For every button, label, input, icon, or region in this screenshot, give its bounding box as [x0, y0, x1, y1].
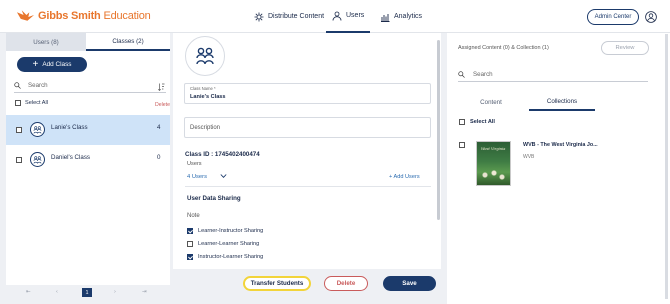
logo-bird-icon [16, 10, 35, 21]
tab-users[interactable]: Users (8) [6, 33, 86, 51]
prev-page-button[interactable]: ‹ [56, 289, 58, 295]
class-count: 4 [157, 124, 161, 131]
pagination: ⇤ ‹ 1 › ⇥ [6, 286, 170, 300]
transfer-students-button[interactable]: Transfer Students [243, 276, 311, 291]
sharing-label: Learner-Instructor Sharing [198, 228, 264, 234]
analytics-icon [381, 13, 390, 22]
top-bar: Gibbs Smith Education Distribute Content… [0, 0, 670, 33]
logo[interactable]: Gibbs Smith Education [16, 9, 151, 23]
next-page-button[interactable]: › [114, 289, 116, 295]
delete-class-button[interactable]: Delete [324, 276, 368, 291]
collection-checkbox[interactable] [459, 142, 465, 148]
class-row[interactable]: Daniel's Class 0 [6, 145, 170, 175]
group-icon [196, 47, 214, 65]
plus-icon: + [32, 58, 39, 70]
note-label: Note [187, 213, 200, 219]
sharing-checkbox[interactable] [187, 241, 193, 247]
nav-analytics[interactable]: Analytics [374, 0, 428, 33]
users-count-link[interactable]: 4 Users [187, 174, 207, 180]
add-class-button[interactable]: + Add Class [17, 57, 87, 72]
classes-panel: Users (8) Classes (2) + Add Class Search… [6, 33, 170, 285]
description-field[interactable]: Description [184, 117, 431, 138]
collection-item[interactable]: West Virginia WVB - The West Virginia Jo… [459, 141, 659, 191]
nav-label: Analytics [394, 13, 423, 20]
users-label: Users [187, 161, 202, 167]
chevron-down-icon[interactable] [220, 173, 227, 179]
book-cover-title: West Virginia [481, 147, 506, 151]
user-circle-icon[interactable] [645, 11, 657, 23]
assigned-content-panel: Assigned Content (0) & Collection (1) Re… [447, 33, 670, 304]
class-search-input[interactable]: Search [14, 79, 166, 93]
sharing-label: Learner-Learner Sharing [198, 241, 260, 247]
select-all[interactable]: Select All [459, 119, 495, 125]
sharing-option[interactable]: Instructor-Learner Sharing [187, 254, 263, 260]
class-image[interactable] [185, 36, 225, 76]
nav-label: Users [346, 12, 365, 19]
flowers-illustration [480, 169, 508, 181]
class-id: Class ID : 1745402400474 [185, 151, 260, 158]
add-users-link[interactable]: + Add Users [389, 174, 420, 180]
sharing-label: Instructor-Learner Sharing [198, 254, 264, 260]
user-data-sharing-heading: User Data Sharing [187, 195, 241, 202]
tab-classes[interactable]: Classes (2) [86, 33, 170, 51]
add-class-label: Add Class [42, 61, 72, 68]
sharing-checkbox[interactable] [187, 228, 193, 234]
class-checkbox[interactable] [16, 157, 22, 163]
class-count: 0 [157, 154, 161, 161]
class-name-field[interactable]: Class Name * Lanie's Class [184, 83, 431, 104]
collection-subtitle: WVB [523, 154, 535, 160]
assigned-summary: Assigned Content (0) & Collection (1) [458, 45, 549, 51]
select-all-checkbox[interactable] [459, 119, 465, 125]
first-page-button[interactable]: ⇤ [26, 289, 31, 295]
class-name: Lanie's Class [51, 124, 88, 131]
save-button[interactable]: Save [383, 276, 436, 291]
class-details-panel: Class Name * Lanie's Class Description C… [173, 33, 441, 269]
book-cover-image: West Virginia [476, 141, 511, 186]
review-button[interactable]: Review [601, 41, 649, 55]
select-all-label: Select All [470, 119, 495, 125]
tab-content[interactable]: Content [461, 93, 521, 111]
select-all-checkbox[interactable] [15, 100, 21, 106]
content-search-input[interactable]: Search [458, 68, 648, 82]
distribute-icon [254, 12, 264, 21]
tab-collections[interactable]: Collections [529, 93, 595, 111]
class-name-value: Lanie's Class [190, 94, 226, 100]
users-icon [332, 11, 342, 21]
collection-title: WVB - The West Virginia Jo... [523, 142, 598, 148]
sort-icon[interactable] [158, 83, 165, 91]
details-scrollbar[interactable] [437, 40, 440, 220]
sharing-checkbox[interactable] [187, 254, 193, 260]
group-icon [33, 125, 42, 134]
page-scrollbar[interactable] [665, 34, 668, 299]
nav-label: Distribute Content [268, 13, 325, 20]
class-checkbox[interactable] [16, 127, 22, 133]
class-avatar [30, 122, 45, 137]
search-placeholder: Search [28, 82, 48, 89]
group-icon [33, 155, 42, 164]
sharing-option[interactable]: Learner-Instructor Sharing [187, 228, 263, 234]
class-name: Daniel's Class [51, 154, 91, 161]
select-all[interactable]: Select All [15, 100, 48, 106]
nav-distribute-content[interactable]: Distribute Content [248, 0, 330, 33]
description-placeholder: Description [190, 125, 221, 131]
sharing-option[interactable]: Learner-Learner Sharing [187, 241, 259, 247]
divider [185, 186, 431, 187]
search-icon [14, 82, 21, 89]
current-page[interactable]: 1 [82, 288, 92, 297]
admin-center-button[interactable]: Admin Center [587, 9, 639, 25]
nav-users[interactable]: Users [326, 0, 371, 33]
class-name-label: Class Name * [190, 86, 216, 91]
last-page-button[interactable]: ⇥ [142, 289, 147, 295]
search-icon [458, 71, 465, 78]
search-placeholder: Search [473, 71, 493, 78]
select-all-label: Select All [25, 100, 49, 106]
class-avatar [30, 152, 45, 167]
delete-link[interactable]: Delete [155, 102, 170, 108]
logo-text: Gibbs Smith Education [38, 10, 151, 22]
class-row[interactable]: Lanie's Class 4 [6, 115, 170, 145]
